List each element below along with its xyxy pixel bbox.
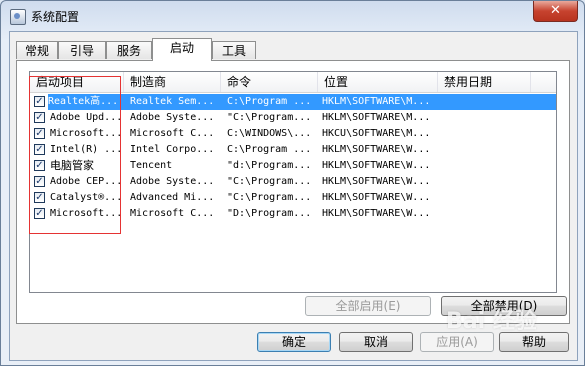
column-header-location[interactable]: 位置 bbox=[318, 72, 438, 92]
date-cell bbox=[438, 110, 528, 126]
date-cell bbox=[438, 174, 528, 190]
apply-button[interactable]: 应用(A) bbox=[420, 332, 494, 352]
maker-cell: Microsoft C... bbox=[130, 208, 215, 219]
annotation-highlight-box bbox=[29, 76, 121, 234]
location-cell: HKLM\SOFTWARE\W... bbox=[322, 192, 431, 203]
date-cell bbox=[438, 206, 528, 222]
system-config-icon bbox=[10, 9, 26, 25]
date-cell bbox=[438, 142, 528, 158]
command-cell: "D:\Program... bbox=[227, 208, 312, 219]
tab-label: 服务 bbox=[116, 44, 141, 58]
location-cell: HKLM\SOFTWARE\M... bbox=[318, 94, 438, 110]
title-bar[interactable]: 系统配置 ✕ bbox=[1, 1, 584, 31]
tab-startup[interactable]: 启动 bbox=[152, 38, 212, 61]
tab-label: 工具 bbox=[221, 44, 246, 58]
maker-cell: Microsoft C... bbox=[130, 128, 215, 139]
system-config-window: 系统配置 ✕ 常规 引导 服务 启动 工具 启动项目 制造商 命令 位置 禁用日… bbox=[0, 0, 585, 366]
tab-tools[interactable]: 工具 bbox=[212, 41, 256, 59]
command-cell: C:\WINDOWS\... bbox=[227, 128, 312, 139]
maker-cell: Intel Corpo... bbox=[130, 144, 215, 155]
date-cell bbox=[438, 190, 528, 206]
tab-services[interactable]: 服务 bbox=[106, 41, 152, 59]
location-cell: HKLM\SOFTWARE\M... bbox=[322, 112, 431, 123]
cancel-button[interactable]: 取消 bbox=[339, 332, 413, 352]
command-cell: "C:\Program... bbox=[227, 176, 312, 187]
column-header-maker[interactable]: 制造商 bbox=[124, 72, 221, 92]
maker-cell: Adobe Syste... bbox=[130, 112, 215, 123]
tab-general[interactable]: 常规 bbox=[16, 41, 58, 59]
location-cell: HKLM\SOFTWARE\W... bbox=[322, 176, 431, 187]
command-cell: C:\Program ... bbox=[215, 94, 318, 110]
window-title: 系统配置 bbox=[31, 10, 80, 24]
help-button[interactable]: 帮助 bbox=[499, 332, 569, 352]
maker-cell: Tencent bbox=[130, 160, 173, 171]
location-cell: HKLM\SOFTWARE\W... bbox=[322, 144, 431, 155]
location-cell: HKLM\SOFTWARE\W... bbox=[322, 208, 431, 219]
close-icon: ✕ bbox=[550, 3, 561, 18]
disable-all-button[interactable]: 全部禁用(D) bbox=[441, 296, 567, 316]
maker-cell: Adobe Syste... bbox=[130, 176, 215, 187]
tab-boot[interactable]: 引导 bbox=[58, 41, 106, 59]
maker-cell: Realtek Sem... bbox=[118, 94, 215, 110]
command-cell: C:\Program ... bbox=[227, 144, 312, 155]
location-cell: HKCU\SOFTWARE\M... bbox=[322, 128, 431, 139]
date-cell bbox=[438, 158, 528, 174]
close-button[interactable]: ✕ bbox=[533, 1, 578, 22]
tab-label: 启动 bbox=[169, 41, 194, 55]
column-header-command[interactable]: 命令 bbox=[221, 72, 318, 92]
command-cell: "C:\Program... bbox=[227, 192, 312, 203]
command-cell: "d:\Program... bbox=[227, 160, 312, 171]
tab-label: 引导 bbox=[69, 44, 94, 58]
column-header-disabled-date[interactable]: 禁用日期 bbox=[438, 72, 531, 92]
location-cell: HKLM\SOFTWARE\W... bbox=[322, 160, 431, 171]
date-cell bbox=[438, 94, 556, 110]
maker-cell: Advanced Mi... bbox=[130, 192, 215, 203]
ok-button[interactable]: 确定 bbox=[257, 332, 331, 352]
tab-label: 常规 bbox=[24, 44, 49, 58]
date-cell bbox=[438, 126, 528, 142]
enable-all-button[interactable]: 全部启用(E) bbox=[305, 296, 431, 316]
command-cell: "C:\Program... bbox=[227, 112, 312, 123]
